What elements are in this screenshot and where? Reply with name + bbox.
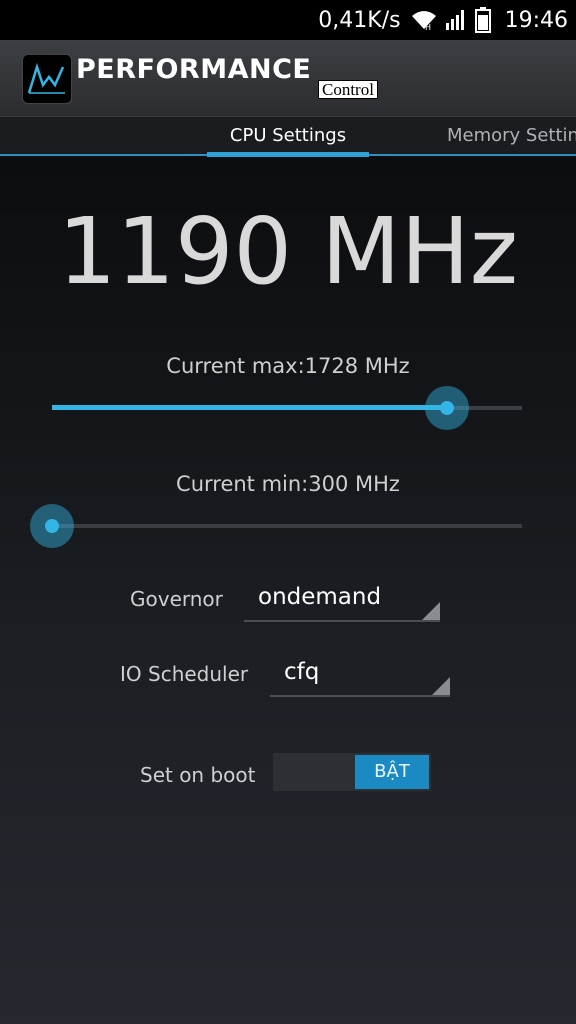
battery-icon <box>474 7 491 33</box>
io-scheduler-label: IO Scheduler <box>120 662 249 686</box>
slider-fill <box>52 405 447 410</box>
dropdown-arrow-icon <box>432 677 450 695</box>
io-scheduler-value: cfq <box>284 659 320 685</box>
slider-track <box>52 524 522 528</box>
network-speed: 0,41K/s <box>318 7 401 33</box>
svg-text:H: H <box>425 23 431 31</box>
slider-thumb[interactable] <box>424 386 469 430</box>
wifi-icon: H <box>411 9 437 31</box>
clock: 19:46 <box>504 7 568 33</box>
min-frequency-label: Current min:300 MHz <box>176 472 400 496</box>
status-bar: 0,41K/s H 19:46 <box>0 0 576 40</box>
max-frequency-label: Current max:1728 MHz <box>166 354 410 378</box>
signal-icon <box>445 9 467 31</box>
io-scheduler-spinner[interactable]: cfq <box>270 651 450 697</box>
toggle-on-knob[interactable]: BẬT <box>355 755 429 789</box>
current-frequency: 1190 MHz <box>57 198 519 305</box>
min-frequency-slider[interactable] <box>30 496 522 556</box>
slider-thumb[interactable] <box>30 504 74 548</box>
app-subtitle: Control <box>318 80 378 99</box>
max-frequency-slider[interactable] <box>52 378 522 438</box>
governor-spinner[interactable]: ondemand <box>244 576 440 622</box>
app-title: PERFORMANCE <box>76 54 312 85</box>
set-on-boot-label: Set on boot <box>140 763 256 787</box>
set-on-boot-toggle[interactable]: BẬT <box>273 753 431 791</box>
tab-strip: CPU Settings Memory Settings <box>0 116 576 157</box>
action-bar: PERFORMANCE <box>0 40 576 116</box>
governor-label: Governor <box>130 587 223 611</box>
governor-value: ondemand <box>258 584 382 610</box>
app-logo-icon[interactable] <box>22 54 72 104</box>
dropdown-arrow-icon <box>422 602 440 620</box>
tab-memory-settings[interactable]: Memory Settings <box>447 117 576 155</box>
tab-cpu-settings[interactable]: CPU Settings <box>207 117 369 157</box>
